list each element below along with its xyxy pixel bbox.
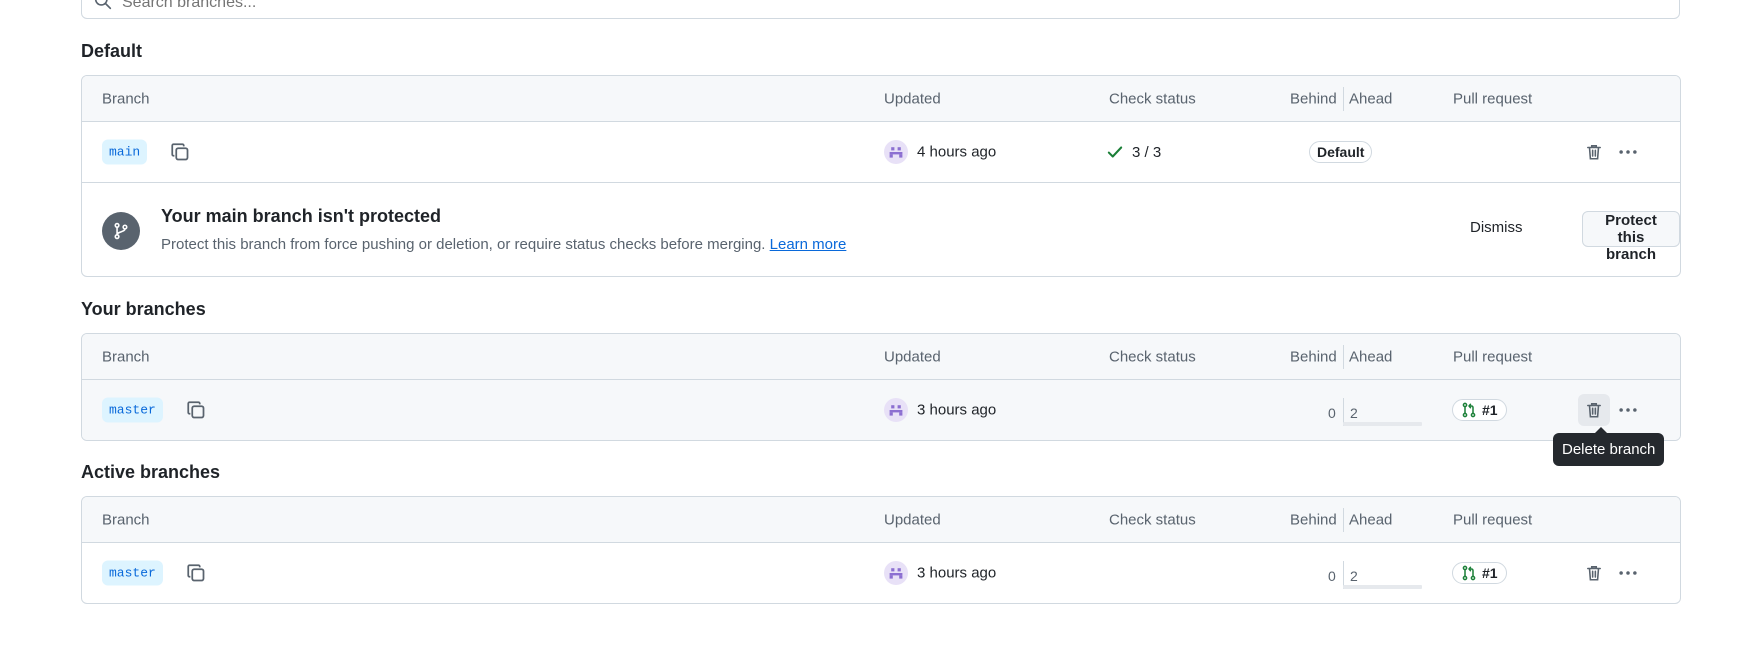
kebab-icon: [1619, 408, 1637, 412]
default-badge: Default: [1309, 141, 1373, 163]
git-pull-request-icon: [1462, 565, 1476, 581]
table-header: Branch Updated Check status Behind Ahead…: [82, 497, 1680, 543]
pull-request-link[interactable]: #1: [1452, 562, 1507, 584]
ahead-bar: [1343, 422, 1422, 426]
header-divider: [1343, 345, 1344, 369]
kebab-icon: [1619, 571, 1637, 575]
header-branch: Branch: [102, 348, 150, 365]
delete-branch-button[interactable]: [1578, 557, 1610, 589]
branch-name-link[interactable]: main: [102, 139, 148, 165]
avatar[interactable]: [884, 398, 908, 422]
header-ahead: Ahead: [1349, 511, 1393, 528]
branch-name-link[interactable]: master: [102, 397, 163, 423]
table-row: master 3 hours ago 0 2 #1: [82, 543, 1680, 603]
copy-icon[interactable]: [184, 398, 208, 422]
your-branches-table: Branch Updated Check status Behind Ahead…: [81, 333, 1681, 441]
table-header: Branch Updated Check status Behind Ahead…: [82, 76, 1680, 122]
header-divider: [1343, 508, 1344, 532]
alert-title: Your main branch isn't protected: [161, 206, 441, 226]
trash-icon: [1587, 145, 1601, 160]
search-input[interactable]: [122, 0, 622, 12]
header-pull-request: Pull request: [1453, 90, 1533, 107]
section-title-active-branches: Active branches: [81, 462, 221, 482]
updated-time: 4 hours ago: [917, 143, 997, 161]
more-options-button[interactable]: [1612, 394, 1644, 426]
learn-more-link[interactable]: Learn more: [770, 236, 847, 253]
search-branches-box[interactable]: [81, 0, 1680, 19]
avatar[interactable]: [884, 140, 908, 164]
protect-branch-button[interactable]: Protect this branch: [1582, 211, 1680, 263]
trash-icon: [1587, 566, 1601, 581]
header-branch: Branch: [102, 90, 150, 107]
header-updated: Updated: [884, 90, 941, 107]
avatar[interactable]: [884, 561, 908, 585]
ahead-count: 2: [1350, 405, 1358, 421]
section-title-default: Default: [81, 41, 143, 61]
section-title-your-branches: Your branches: [81, 299, 206, 319]
dismiss-button[interactable]: Dismiss: [1470, 219, 1523, 236]
header-behind: Behind: [1290, 90, 1337, 107]
alert-description: Protect this branch from force pushing o…: [161, 236, 846, 253]
check-count: 3 / 3: [1132, 143, 1162, 161]
check-icon: [1107, 146, 1123, 158]
table-row: main 4 hours ago 3 / 3 Default: [82, 122, 1680, 182]
git-branch-icon: [102, 212, 140, 250]
header-behind: Behind: [1290, 511, 1337, 528]
active-branches-table: Branch Updated Check status Behind Ahead…: [81, 496, 1681, 604]
trash-icon: [1587, 403, 1601, 418]
delete-branch-button[interactable]: [1578, 394, 1610, 426]
header-check-status: Check status: [1109, 90, 1196, 107]
header-check-status: Check status: [1109, 348, 1196, 365]
unprotected-branch-alert: Your main branch isn't protected Protect…: [82, 182, 1680, 276]
header-ahead: Ahead: [1349, 90, 1393, 107]
check-status[interactable]: 3 / 3: [1106, 143, 1161, 161]
updated-time: 3 hours ago: [917, 564, 997, 582]
branch-name-link[interactable]: master: [102, 560, 163, 586]
header-pull-request: Pull request: [1453, 511, 1533, 528]
updated-time: 3 hours ago: [917, 401, 997, 419]
pull-request-link[interactable]: #1: [1452, 399, 1507, 421]
header-pull-request: Pull request: [1453, 348, 1533, 365]
default-branch-table: Branch Updated Check status Behind Ahead…: [81, 75, 1681, 277]
header-ahead: Ahead: [1349, 348, 1393, 365]
ahead-count: 2: [1350, 568, 1358, 584]
header-branch: Branch: [102, 511, 150, 528]
behind-count: 0: [1328, 405, 1336, 421]
git-pull-request-icon: [1462, 402, 1476, 418]
table-row: master 3 hours ago 0 2 #1: [82, 380, 1680, 440]
copy-icon[interactable]: [168, 140, 192, 164]
kebab-icon: [1619, 150, 1637, 154]
header-divider: [1343, 87, 1344, 111]
header-updated: Updated: [884, 348, 941, 365]
header-updated: Updated: [884, 511, 941, 528]
pull-request-number: #1: [1482, 565, 1498, 581]
copy-icon[interactable]: [184, 561, 208, 585]
alert-description-text: Protect this branch from force pushing o…: [161, 236, 766, 253]
pull-request-number: #1: [1482, 402, 1498, 418]
behind-count: 0: [1328, 568, 1336, 584]
header-check-status: Check status: [1109, 511, 1196, 528]
ahead-bar: [1343, 585, 1422, 589]
search-icon: [94, 0, 122, 14]
more-options-button[interactable]: [1612, 557, 1644, 589]
delete-branch-button[interactable]: [1578, 136, 1610, 168]
delete-branch-tooltip: Delete branch: [1553, 427, 1665, 466]
more-options-button[interactable]: [1612, 136, 1644, 168]
table-header: Branch Updated Check status Behind Ahead…: [82, 334, 1680, 380]
header-behind: Behind: [1290, 348, 1337, 365]
